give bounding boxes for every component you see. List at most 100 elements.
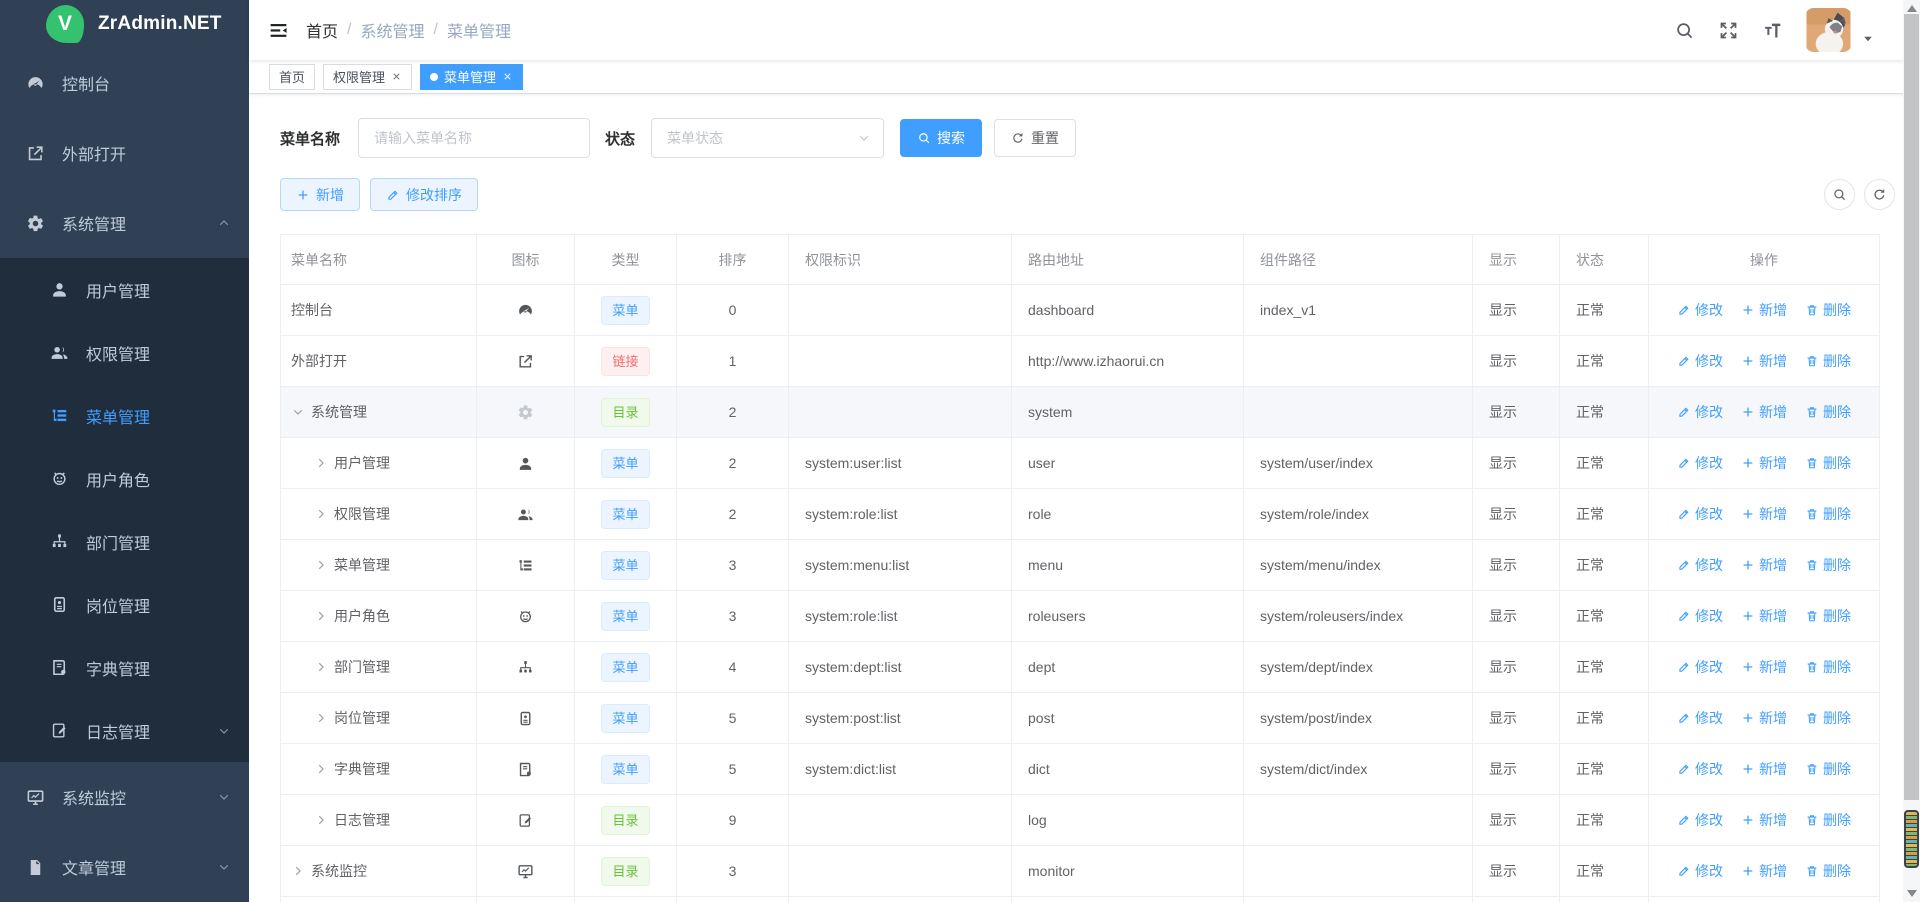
row-edit-link[interactable]: 修改 [1677,606,1723,626]
plus-icon [1741,711,1755,725]
menu-name-input[interactable] [358,118,590,158]
scrollbar-up-arrow-icon[interactable] [1907,5,1917,12]
row-delete-link[interactable]: 删除 [1805,300,1851,320]
cell-icon [477,693,575,744]
row-expand-icon[interactable] [314,762,328,776]
row-expand-icon[interactable] [314,456,328,470]
row-edit-link[interactable]: 修改 [1677,657,1723,677]
row-add-link[interactable]: 新增 [1741,810,1787,830]
dashboard-icon [26,74,45,93]
add-button[interactable]: 新增 [280,178,360,211]
action-label: 新增 [1759,504,1787,524]
cell-component: system/user/index [1244,438,1473,489]
tab-home[interactable]: 首页 [269,64,315,90]
tab-close-icon[interactable] [502,71,513,82]
cell-status: 正常 [1560,489,1649,540]
row-delete-link[interactable]: 删除 [1805,504,1851,524]
row-add-link[interactable]: 新增 [1741,606,1787,626]
row-edit-link[interactable]: 修改 [1677,453,1723,473]
row-expand-icon[interactable] [291,405,305,419]
sidebar-item-system[interactable]: 系统管理 [0,188,249,258]
row-expand-icon[interactable] [291,864,305,878]
row-edit-link[interactable]: 修改 [1677,555,1723,575]
scrollbar[interactable] [1903,0,1920,902]
row-add-link[interactable]: 新增 [1741,402,1787,422]
sidebar-item-role[interactable]: 权限管理 [0,321,249,384]
scrollbar-thumb[interactable] [1904,14,1919,800]
sidebar-item-dashboard[interactable]: 控制台 [0,48,249,118]
row-add-link[interactable]: 新增 [1741,657,1787,677]
avatar-caret-icon[interactable] [1862,33,1874,45]
row-delete-link[interactable]: 删除 [1805,351,1851,371]
user-avatar[interactable] [1805,8,1852,52]
row-edit-link[interactable]: 修改 [1677,402,1723,422]
users-icon [50,343,69,362]
sidebar-item-post[interactable]: 岗位管理 [0,573,249,636]
plus-icon [1741,456,1755,470]
row-add-link[interactable]: 新增 [1741,300,1787,320]
row-delete-link[interactable]: 删除 [1805,555,1851,575]
row-edit-link[interactable]: 修改 [1677,351,1723,371]
table-refresh-button[interactable] [1864,179,1895,210]
fullscreen-icon[interactable] [1718,20,1739,41]
breadcrumb-item[interactable]: 首页 [306,18,338,42]
menu-name: 外部打开 [291,351,347,371]
tab-close-icon[interactable] [391,71,402,82]
sidebar-item-menu[interactable]: 菜单管理 [0,384,249,447]
row-add-link[interactable]: 新增 [1741,504,1787,524]
row-add-link[interactable]: 新增 [1741,861,1787,881]
row-edit-link[interactable]: 修改 [1677,504,1723,524]
row-add-link[interactable]: 新增 [1741,351,1787,371]
table-row-log: 日志管理目录9log显示正常修改新增删除 [281,795,1880,846]
monitor-icon [517,863,534,880]
row-add-link[interactable]: 新增 [1741,708,1787,728]
sidebar-item-log[interactable]: 日志管理 [0,699,249,762]
row-add-link[interactable]: 新增 [1741,759,1787,779]
search-icon[interactable] [1674,20,1695,41]
row-delete-link[interactable]: 删除 [1805,402,1851,422]
sidebar-item-monitor[interactable]: 系统监控 [0,762,249,832]
tab-role[interactable]: 权限管理 [323,64,412,90]
cell-visible: 显示 [1473,285,1560,336]
row-expand-icon[interactable] [314,558,328,572]
refresh-icon [1872,187,1887,202]
row-delete-link[interactable]: 删除 [1805,708,1851,728]
sidebar-item-article[interactable]: 文章管理 [0,832,249,902]
sidebar-item-dept[interactable]: 部门管理 [0,510,249,573]
reset-button[interactable]: 重置 [994,119,1076,157]
row-delete-link[interactable]: 删除 [1805,810,1851,830]
row-edit-link[interactable]: 修改 [1677,708,1723,728]
row-expand-icon[interactable] [314,660,328,674]
row-delete-link[interactable]: 删除 [1805,606,1851,626]
text-size-icon[interactable] [1762,20,1783,41]
sidebar-item-dict[interactable]: 字典管理 [0,636,249,699]
row-edit-link[interactable]: 修改 [1677,810,1723,830]
column-header-perm: 权限标识 [789,235,1012,285]
status-select[interactable]: 菜单状态 [651,118,884,158]
tree-menu-icon [50,406,69,425]
row-delete-link[interactable]: 删除 [1805,657,1851,677]
sidebar-item-external[interactable]: 外部打开 [0,118,249,188]
row-expand-icon[interactable] [314,813,328,827]
table-search-button[interactable] [1824,179,1855,210]
row-delete-link[interactable]: 删除 [1805,453,1851,473]
row-expand-icon[interactable] [314,711,328,725]
row-expand-icon[interactable] [314,609,328,623]
row-delete-link[interactable]: 删除 [1805,759,1851,779]
sidebar-item-user[interactable]: 用户管理 [0,258,249,321]
scrollbar-down-arrow-icon[interactable] [1907,890,1917,897]
row-delete-link[interactable]: 删除 [1805,861,1851,881]
cell-path: dept [1012,642,1244,693]
search-button[interactable]: 搜索 [900,119,982,157]
row-edit-link[interactable]: 修改 [1677,300,1723,320]
row-add-link[interactable]: 新增 [1741,453,1787,473]
sidebar-item-roleusers[interactable]: 用户角色 [0,447,249,510]
row-edit-link[interactable]: 修改 [1677,861,1723,881]
tab-menu[interactable]: 菜单管理 [420,64,523,90]
app-logo[interactable]: V ZrAdmin.NET [0,0,249,48]
row-edit-link[interactable]: 修改 [1677,759,1723,779]
sidebar-collapse-icon[interactable] [268,20,289,41]
sort-button[interactable]: 修改排序 [370,178,478,211]
row-add-link[interactable]: 新增 [1741,555,1787,575]
row-expand-icon[interactable] [314,507,328,521]
